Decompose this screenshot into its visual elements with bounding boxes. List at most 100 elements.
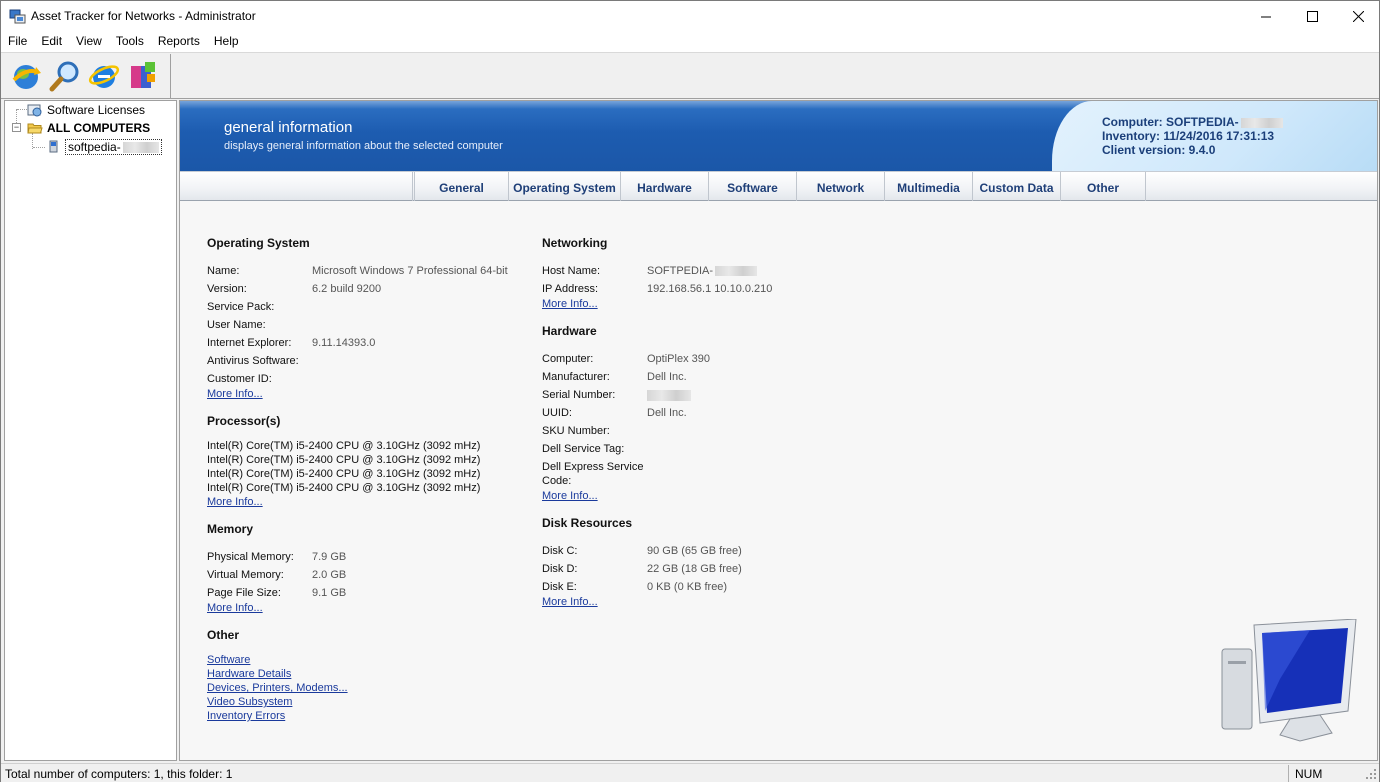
- refresh-button[interactable]: [9, 60, 42, 93]
- tab-general[interactable]: General: [414, 172, 508, 201]
- processor-line: Intel(R) Core(TM) i5-2400 CPU @ 3.10GHz …: [207, 440, 481, 452]
- memory-value: 2.0 GB: [312, 569, 347, 581]
- tree-label: Software Licenses: [47, 102, 146, 117]
- menu-reports[interactable]: Reports: [151, 32, 207, 52]
- redacted-text: [715, 266, 758, 277]
- internet-explorer-button[interactable]: [87, 60, 120, 93]
- hardware-label: Dell Express Service: [542, 461, 644, 473]
- disk-value: 22 GB (18 GB free): [647, 563, 742, 575]
- processor-line: Intel(R) Core(TM) i5-2400 CPU @ 3.10GHz …: [207, 468, 481, 480]
- other-link-inventory-errors[interactable]: Inventory Errors: [207, 710, 285, 722]
- menu-view[interactable]: View: [69, 32, 109, 52]
- section-title-hardware: Hardware: [542, 324, 597, 338]
- computer-monitor-icon: [1221, 619, 1357, 742]
- status-bar: Total number of computers: 1, this folde…: [1, 763, 1379, 782]
- tab-multimedia[interactable]: Multimedia: [884, 172, 972, 201]
- menu-tools[interactable]: Tools: [109, 32, 151, 52]
- memory-value: 9.1 GB: [312, 587, 347, 599]
- tree-item-software-licenses[interactable]: Software Licenses: [27, 101, 145, 118]
- hardware-value: OptiPlex 390: [647, 353, 710, 365]
- computer-icon: [49, 140, 58, 152]
- os-value: 9.11.14393.0: [312, 337, 376, 349]
- hardware-label: Manufacturer:: [542, 371, 610, 383]
- os-value: 6.2 build 9200: [312, 283, 382, 295]
- menu-edit[interactable]: Edit: [34, 32, 69, 52]
- status-text: Total number of computers: 1, this folde…: [5, 767, 233, 781]
- memory-label: Virtual Memory:: [207, 569, 284, 581]
- os-more-info-link[interactable]: More Info...: [207, 388, 263, 400]
- disk-label: Disk D:: [542, 563, 578, 575]
- minimize-icon: [1260, 16, 1271, 18]
- menu-help[interactable]: Help: [207, 32, 246, 52]
- memory-label: Page File Size:: [207, 587, 281, 599]
- hardware-more-info-link[interactable]: More Info...: [542, 490, 598, 502]
- minimize-button[interactable]: [1243, 1, 1289, 32]
- disk-label: Disk C:: [542, 545, 578, 557]
- hardware-label: Dell Service Tag:: [542, 443, 625, 455]
- window-title: Asset Tracker for Networks - Administrat…: [31, 9, 256, 23]
- tab-custom-data[interactable]: Custom Data: [972, 172, 1060, 201]
- tree-line: [17, 109, 27, 110]
- os-label: Customer ID:: [207, 373, 272, 385]
- maximize-icon: [1306, 11, 1318, 22]
- tab-network[interactable]: Network: [796, 172, 884, 201]
- refresh-icon: [12, 65, 41, 89]
- tab-other[interactable]: Other: [1060, 172, 1146, 201]
- resize-grip-icon[interactable]: [1365, 768, 1377, 780]
- os-label: Internet Explorer:: [207, 337, 292, 349]
- hardware-value: [647, 389, 691, 401]
- other-link-hardware-details[interactable]: Hardware Details: [207, 668, 291, 680]
- tree-line: [33, 147, 45, 148]
- inventory-date: Inventory: 11/24/2016 17:31:13: [1102, 129, 1275, 143]
- section-title-memory: Memory: [207, 522, 254, 536]
- tree-expander[interactable]: −: [12, 123, 21, 132]
- disk-label: Disk E:: [542, 581, 577, 593]
- other-link-software[interactable]: Software: [207, 654, 250, 666]
- computer-info-box: Computer: SOFTPEDIA- Inventory: 11/24/20…: [1052, 101, 1377, 171]
- other-link-video-subsystem[interactable]: Video Subsystem: [207, 696, 292, 708]
- tree-item-all-computers[interactable]: ALL COMPUTERS: [27, 119, 150, 136]
- tree-item-computer[interactable]: softpedia-: [45, 138, 162, 155]
- other-link-devices[interactable]: Devices, Printers, Modems...: [207, 682, 348, 694]
- processor-line: Intel(R) Core(TM) i5-2400 CPU @ 3.10GHz …: [207, 482, 481, 494]
- redacted-text: [122, 141, 159, 153]
- toolbar: [1, 52, 1379, 99]
- memory-value: 7.9 GB: [312, 551, 347, 563]
- memory-more-info-link[interactable]: More Info...: [207, 602, 263, 614]
- close-button[interactable]: [1335, 1, 1380, 32]
- menu-bar: File Edit View Tools Reports Help: [1, 32, 1379, 52]
- redacted-text: [1240, 117, 1283, 128]
- section-title-disk: Disk Resources: [542, 516, 633, 530]
- search-button[interactable]: [48, 60, 81, 93]
- tab-hardware[interactable]: Hardware: [620, 172, 708, 201]
- folder-open-icon: [27, 123, 43, 133]
- hardware-label: UUID:: [542, 407, 572, 419]
- hardware-label: SKU Number:: [542, 425, 610, 437]
- processor-more-info-link[interactable]: More Info...: [207, 496, 263, 508]
- hardware-label: Serial Number:: [542, 389, 616, 401]
- title-bar: Asset Tracker for Networks - Administrat…: [1, 1, 1379, 32]
- networking-label: Host Name:: [542, 265, 601, 277]
- internet-explorer-icon: [88, 65, 119, 88]
- install-package-icon: [130, 62, 155, 88]
- maximize-button[interactable]: [1289, 1, 1335, 32]
- menu-file[interactable]: File: [1, 32, 34, 52]
- networking-more-info-link[interactable]: More Info...: [542, 298, 598, 310]
- search-icon: [49, 61, 78, 92]
- hardware-label: Computer:: [542, 353, 594, 365]
- disk-value: 90 GB (65 GB free): [647, 545, 742, 557]
- tab-software[interactable]: Software: [708, 172, 796, 201]
- computer-name: Computer: SOFTPEDIA-: [1102, 115, 1283, 129]
- close-icon: [1352, 11, 1364, 22]
- computer-tree: Software Licenses − ALL COMPUTERS softpe…: [4, 100, 177, 761]
- os-label: User Name:: [207, 319, 266, 331]
- os-label: Antivirus Software:: [207, 355, 299, 367]
- toolbar-group: [3, 54, 171, 98]
- processor-line: Intel(R) Core(TM) i5-2400 CPU @ 3.10GHz …: [207, 454, 481, 466]
- install-package-button[interactable]: [126, 60, 159, 93]
- disk-value: 0 KB (0 KB free): [647, 581, 728, 593]
- disk-more-info-link[interactable]: More Info...: [542, 596, 598, 608]
- section-title-networking: Networking: [542, 236, 608, 250]
- banner-title: general information: [224, 119, 353, 136]
- tab-operating-system[interactable]: Operating System: [508, 172, 620, 201]
